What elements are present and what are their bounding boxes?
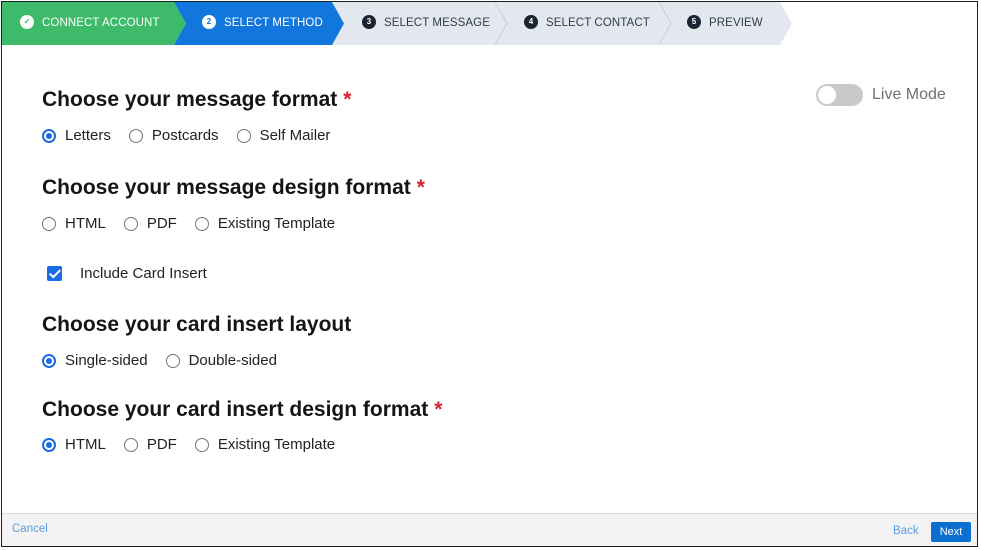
step-number-badge: 2 (202, 14, 216, 29)
next-button[interactable]: Next (931, 522, 971, 542)
radio[interactable] (194, 216, 209, 231)
option-label: Letters (65, 127, 111, 144)
radio[interactable] (165, 353, 180, 368)
option-label: PDF (146, 215, 177, 232)
step-label: PREVIEW (709, 17, 763, 29)
radio[interactable] (128, 128, 143, 143)
wizard-frame: ✓ CONNECT ACCOUNT 2 SELECT METHOD 3 SELECT … (1, 1, 978, 547)
step-number-badge: 5 (687, 14, 701, 29)
option-self-mailer[interactable]: Self Mailer (236, 127, 331, 144)
step-select-method[interactable]: 2 SELECT METHOD (202, 2, 323, 45)
toggle-knob (818, 86, 836, 104)
radio[interactable] (194, 437, 209, 452)
checkbox-checked[interactable] (47, 266, 62, 281)
live-mode-label: Live Mode (872, 86, 946, 103)
include-card-insert[interactable]: Include Card Insert (47, 265, 207, 282)
live-mode-toggle[interactable] (816, 84, 863, 106)
step-label: SELECT CONTACT (546, 17, 650, 29)
radio-selected[interactable] (42, 353, 56, 368)
step-preview[interactable]: 5 PREVIEW (687, 2, 763, 45)
insert-layout-options: Single-sided Double-sided (42, 352, 295, 369)
design-format-heading: Choose your message design format * (42, 176, 425, 200)
heading-text: Choose your card insert layout (42, 313, 352, 336)
step-connect-account[interactable]: ✓ CONNECT ACCOUNT (20, 2, 160, 45)
insert-layout-heading: Choose your card insert layout (42, 313, 351, 337)
option-label: HTML (65, 436, 106, 453)
step-number-badge: 3 (362, 14, 376, 29)
option-postcards[interactable]: Postcards (128, 127, 219, 144)
radio[interactable] (42, 216, 56, 231)
required-marker: * (343, 88, 352, 111)
option-pdf[interactable]: PDF (123, 215, 177, 232)
option-label: Self Mailer (259, 127, 331, 144)
radio-selected[interactable] (42, 437, 56, 452)
checkmark-icon: ✓ (20, 14, 34, 29)
step-label: SELECT METHOD (224, 17, 323, 29)
option-existing-template[interactable]: Existing Template (194, 215, 336, 232)
required-marker: * (434, 398, 443, 421)
option-label: Single-sided (65, 352, 148, 369)
heading-text: Choose your message format (42, 88, 338, 111)
option-double-sided[interactable]: Double-sided (165, 352, 277, 369)
radio[interactable] (123, 437, 138, 452)
option-html[interactable]: HTML (42, 215, 106, 232)
step-label: SELECT MESSAGE (384, 17, 491, 29)
option-label: Postcards (151, 127, 219, 144)
option-letters[interactable]: Letters (42, 127, 111, 144)
checkbox-label: Include Card Insert (80, 265, 207, 282)
step-label: CONNECT ACCOUNT (42, 17, 160, 29)
insert-design-heading: Choose your card insert design format * (42, 398, 442, 422)
message-format-options: Letters Postcards Self Mailer (42, 127, 348, 144)
option-label: PDF (146, 436, 177, 453)
radio[interactable] (236, 128, 251, 143)
step-select-message[interactable]: 3 SELECT MESSAGE (362, 2, 490, 45)
option-existing-template[interactable]: Existing Template (194, 436, 336, 453)
cancel-button[interactable]: Cancel (12, 523, 48, 535)
design-format-options: HTML PDF Existing Template (42, 215, 353, 232)
progress-stepper: ✓ CONNECT ACCOUNT 2 SELECT METHOD 3 SELECT … (2, 2, 977, 45)
message-format-heading: Choose your message format * (42, 88, 351, 112)
option-label: Double-sided (188, 352, 277, 369)
option-single-sided[interactable]: Single-sided (42, 352, 148, 369)
back-button[interactable]: Back (893, 525, 919, 537)
option-label: HTML (65, 215, 106, 232)
option-html[interactable]: HTML (42, 436, 106, 453)
step-number-badge: 4 (524, 14, 538, 29)
footer-bar: Cancel Back Next (2, 513, 977, 546)
step-select-contact[interactable]: 4 SELECT CONTACT (524, 2, 650, 45)
option-label: Existing Template (217, 215, 336, 232)
radio[interactable] (123, 216, 138, 231)
heading-text: Choose your card insert design format (42, 398, 429, 421)
radio-selected[interactable] (42, 128, 56, 143)
insert-design-options: HTML PDF Existing Template (42, 436, 353, 453)
required-marker: * (416, 176, 425, 199)
heading-text: Choose your message design format (42, 176, 411, 199)
card-insert-row: Include Card Insert (47, 265, 225, 282)
option-pdf[interactable]: PDF (123, 436, 177, 453)
option-label: Existing Template (217, 436, 336, 453)
